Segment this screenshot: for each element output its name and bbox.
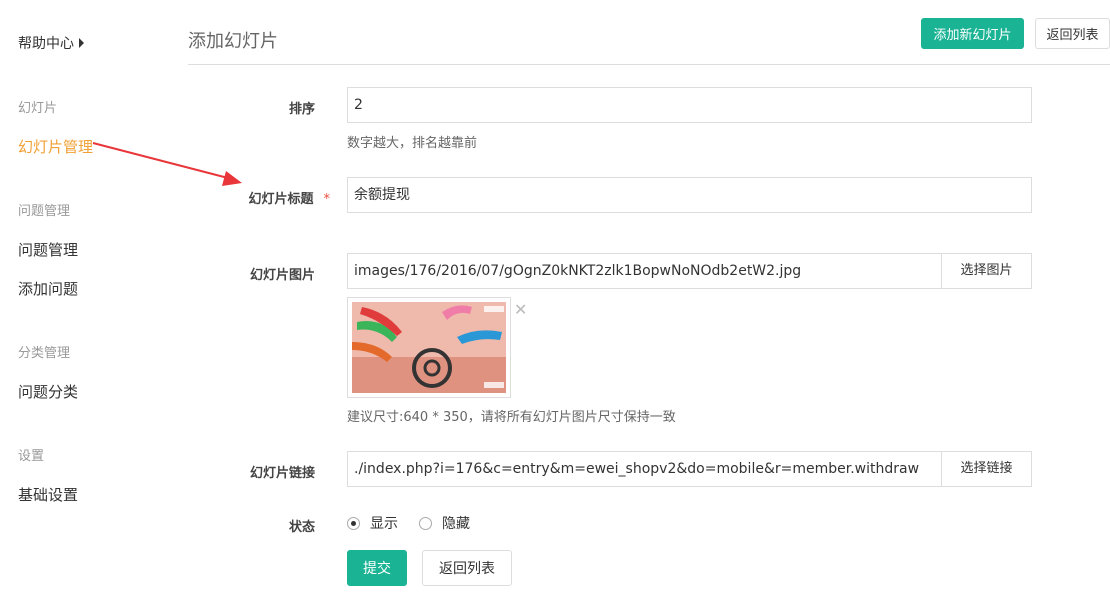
title-label: 幻灯片标题 * xyxy=(230,188,330,207)
radio-unchecked-icon[interactable] xyxy=(419,516,432,530)
title-input[interactable]: 余额提现 xyxy=(347,177,1032,213)
link-label: 幻灯片链接 xyxy=(249,466,315,481)
slide-image xyxy=(352,302,506,393)
link-input[interactable]: ./index.php?i=176&c=entry&m=ewei_shopv2&… xyxy=(347,451,942,487)
radio-checked-icon[interactable] xyxy=(347,516,360,530)
image-help: 建议尺寸:640 * 350，请将所有幻灯片图片尺寸保持一致 xyxy=(347,410,676,425)
sidebar-header[interactable]: 帮助中心 xyxy=(18,33,84,53)
sidebar-item-question-manage[interactable]: 问题管理 xyxy=(18,239,78,260)
back-to-list-button[interactable]: 返回列表 xyxy=(1035,18,1110,49)
sidebar-group-questions: 问题管理 xyxy=(18,204,71,219)
choose-link-button[interactable]: 选择链接 xyxy=(941,451,1032,487)
page-header: 添加幻灯片 添加新幻灯片 返回列表 xyxy=(188,0,1110,65)
sidebar-group-category: 分类管理 xyxy=(18,346,71,361)
order-help: 数字越大，排名越靠前 xyxy=(347,136,478,151)
caret-right-icon xyxy=(79,38,84,48)
sidebar-group-settings: 设置 xyxy=(18,449,45,464)
submit-button[interactable]: 提交 xyxy=(347,550,407,586)
status-show-label: 显示 xyxy=(370,516,398,532)
sidebar-item-basic-settings[interactable]: 基础设置 xyxy=(18,484,78,505)
status-label: 状态 xyxy=(288,520,315,535)
image-path-input[interactable]: images/176/2016/07/gOgnZ0kNKT2zlk1BopwNo… xyxy=(347,253,942,289)
status-hide-radio[interactable]: 隐藏 xyxy=(419,513,470,533)
sidebar-header-label: 帮助中心 xyxy=(18,36,74,52)
order-input[interactable]: 2 xyxy=(347,87,1032,123)
status-show-radio[interactable]: 显示 xyxy=(347,513,398,533)
remove-image-icon[interactable]: ✕ xyxy=(514,300,527,319)
status-hide-label: 隐藏 xyxy=(442,516,470,532)
add-slide-button[interactable]: 添加新幻灯片 xyxy=(921,18,1024,49)
sidebar-item-slide-manage[interactable]: 幻灯片管理 xyxy=(18,136,93,157)
image-label: 幻灯片图片 xyxy=(249,268,315,283)
page-title: 添加幻灯片 xyxy=(188,31,278,52)
back-list-button[interactable]: 返回列表 xyxy=(422,550,512,586)
sidebar-item-add-question[interactable]: 添加问题 xyxy=(18,278,78,299)
sidebar-item-question-category[interactable]: 问题分类 xyxy=(18,381,78,402)
required-mark: * xyxy=(323,192,331,207)
sidebar-group-slides: 幻灯片 xyxy=(18,101,58,116)
sidebar: 帮助中心 幻灯片 幻灯片管理 问题管理 问题管理 添加问题 分类管理 问题分类 … xyxy=(0,0,170,595)
order-label: 排序 xyxy=(288,102,315,117)
title-label-text: 幻灯片标题 xyxy=(248,192,314,207)
slide-image-graphic xyxy=(352,302,506,393)
choose-image-button[interactable]: 选择图片 xyxy=(941,253,1032,289)
slide-image-preview xyxy=(347,297,511,398)
